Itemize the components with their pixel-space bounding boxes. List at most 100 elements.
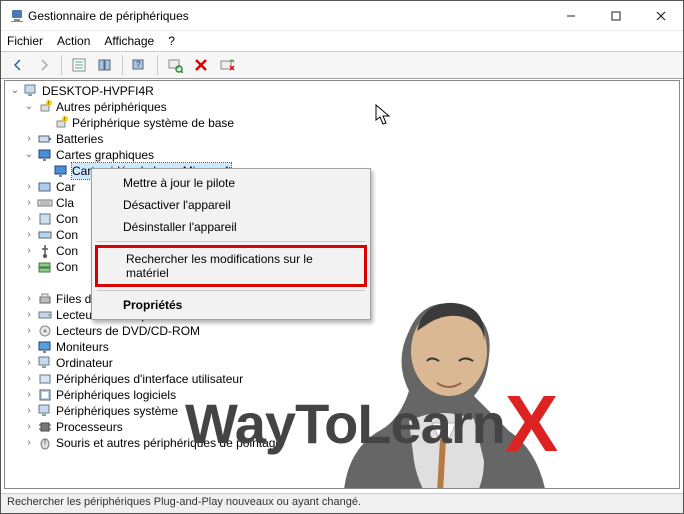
properties-button[interactable]	[68, 54, 90, 76]
menu-disable-device[interactable]: Désactiver l'appareil	[95, 194, 367, 216]
menu-view[interactable]: Affichage	[104, 34, 154, 48]
back-button[interactable]	[7, 54, 29, 76]
generic-icon	[37, 211, 53, 227]
tree-label: Con	[56, 211, 78, 227]
menu-uninstall-device[interactable]: Désinstaller l'appareil	[95, 216, 367, 238]
tree-monitors[interactable]: › Moniteurs	[9, 339, 679, 355]
generic-icon	[37, 227, 53, 243]
close-button[interactable]	[638, 1, 683, 30]
tree-software-devices[interactable]: › Périphériques logiciels	[9, 387, 679, 403]
monitor-icon	[37, 339, 53, 355]
expander-icon[interactable]: ›	[23, 389, 35, 401]
expander-icon[interactable]: ›	[23, 261, 35, 273]
tree-label: Con	[56, 259, 78, 275]
tree-root[interactable]: ⌄ DESKTOP-HVPFI4R	[9, 83, 679, 99]
menu-properties[interactable]: Propriétés	[95, 294, 367, 316]
highlight-annotation: Rechercher les modifications sur le maté…	[95, 245, 367, 287]
tree-label: Con	[56, 227, 78, 243]
tree-label: Périphériques d'interface utilisateur	[56, 371, 243, 387]
tree-processors[interactable]: ›Processeurs	[9, 419, 679, 435]
display-icon	[37, 147, 53, 163]
expander-icon[interactable]: ⌄	[9, 85, 21, 97]
expander-icon[interactable]: ›	[23, 293, 35, 305]
menu-help[interactable]: ?	[168, 34, 175, 48]
show-hidden-button[interactable]	[94, 54, 116, 76]
tree-hid[interactable]: › Périphériques d'interface utilisateur	[9, 371, 679, 387]
toolbar-separator	[61, 55, 62, 75]
menu-update-driver[interactable]: Mettre à jour le pilote	[95, 172, 367, 194]
menu-separator	[97, 241, 365, 242]
toolbar-separator	[122, 55, 123, 75]
expander-icon[interactable]: ›	[23, 133, 35, 145]
expander-icon[interactable]: ›	[23, 421, 35, 433]
tree-other-devices[interactable]: ⌄! Autres périphériques	[9, 99, 679, 115]
tree-display-adapters[interactable]: ⌄Cartes graphiques	[9, 147, 679, 163]
toolbar-separator	[157, 55, 158, 75]
tree-label: Périphérique système de base	[72, 115, 234, 131]
expander-icon[interactable]: ›	[23, 341, 35, 353]
disk-icon	[37, 307, 53, 323]
svg-text:!: !	[64, 117, 65, 123]
expander-icon[interactable]: ›	[23, 437, 35, 449]
hid-icon	[37, 371, 53, 387]
tree-label: Périphériques logiciels	[56, 387, 176, 403]
menu-action[interactable]: Action	[57, 34, 90, 48]
tree-label: Ordinateur	[56, 355, 113, 371]
expander-icon[interactable]: ›	[23, 213, 35, 225]
expander-icon[interactable]: ⌄	[23, 101, 35, 113]
expander-icon[interactable]: ⌄	[23, 149, 35, 161]
expander-icon[interactable]: ›	[23, 325, 35, 337]
app-icon	[9, 8, 25, 24]
tree-label: Moniteurs	[56, 339, 109, 355]
tree-label: Con	[56, 243, 78, 259]
expander-icon[interactable]: ›	[23, 309, 35, 321]
tree-pointing[interactable]: › Souris et autres périphériques de point…	[9, 435, 679, 451]
tree-batteries[interactable]: ›Batteries	[9, 131, 679, 147]
menu-separator	[97, 290, 365, 291]
tree-label: Autres périphériques	[56, 99, 167, 115]
uninstall-button[interactable]	[190, 54, 212, 76]
tree-system-devices[interactable]: ›Périphériques système	[9, 403, 679, 419]
display-icon	[53, 163, 69, 179]
minimize-button[interactable]	[548, 1, 593, 30]
help-button[interactable]: ?	[129, 54, 151, 76]
mouse-icon	[37, 435, 53, 451]
tree-label: Car	[56, 179, 75, 195]
system-icon	[37, 403, 53, 419]
expander-icon[interactable]: ›	[23, 197, 35, 209]
disable-button[interactable]	[216, 54, 238, 76]
menu-file[interactable]: Fichier	[7, 34, 43, 48]
tree-base-system-device[interactable]: ! Périphérique système de base	[9, 115, 679, 131]
keyboard-icon	[37, 195, 53, 211]
computer-icon	[37, 355, 53, 371]
card-icon	[37, 179, 53, 195]
software-icon	[37, 387, 53, 403]
battery-icon	[37, 131, 53, 147]
menu-scan-hardware[interactable]: Rechercher les modifications sur le maté…	[98, 248, 364, 284]
tree-label: Souris et autres périphériques de pointa…	[56, 435, 282, 451]
cpu-icon	[37, 419, 53, 435]
expander-icon[interactable]: ›	[23, 181, 35, 193]
expander-icon[interactable]: ›	[23, 405, 35, 417]
window-title: Gestionnaire de périphériques	[28, 9, 548, 23]
forward-button[interactable]	[33, 54, 55, 76]
warning-device-icon: !	[53, 115, 69, 131]
tree-computer[interactable]: › Ordinateur	[9, 355, 679, 371]
storage-icon	[37, 259, 53, 275]
dvd-icon	[37, 323, 53, 339]
maximize-button[interactable]	[593, 1, 638, 30]
tree-label: DESKTOP-HVPFI4R	[42, 83, 154, 99]
tree-dvd-drives[interactable]: ›Lecteurs de DVD/CD-ROM	[9, 323, 679, 339]
printer-icon	[37, 291, 53, 307]
status-text: Rechercher les périphériques Plug-and-Pl…	[7, 496, 361, 508]
menu-bar: Fichier Action Affichage ?	[1, 31, 683, 51]
expander-icon[interactable]: ›	[23, 245, 35, 257]
svg-text:!: !	[48, 101, 49, 107]
expander-icon[interactable]: ›	[23, 357, 35, 369]
toolbar: ?	[1, 51, 683, 79]
tree-label: Cla	[56, 195, 74, 211]
expander-icon[interactable]: ›	[23, 229, 35, 241]
svg-text:?: ?	[136, 60, 141, 69]
expander-icon[interactable]: ›	[23, 373, 35, 385]
scan-button[interactable]	[164, 54, 186, 76]
